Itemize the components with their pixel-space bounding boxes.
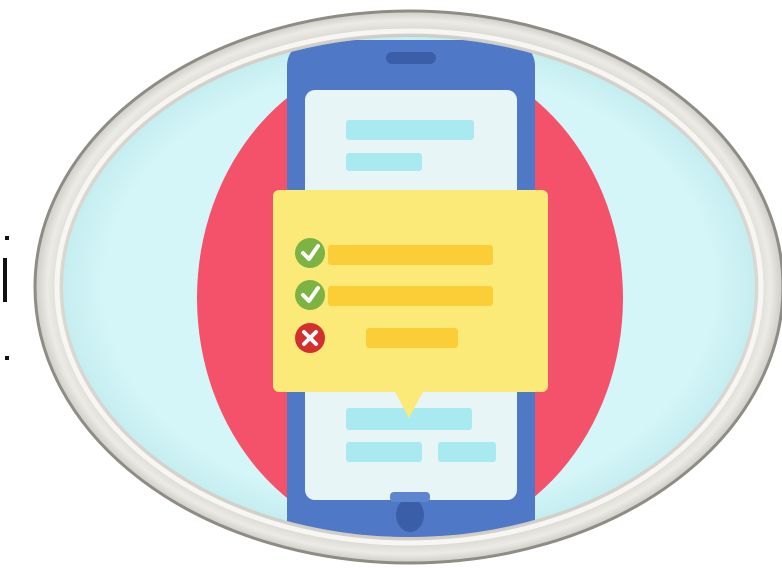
- phone-home-button: [396, 498, 424, 532]
- checklist-bar: [366, 328, 458, 348]
- check-icon: [295, 238, 325, 268]
- screen-bar: [346, 153, 422, 171]
- check-icon: [295, 280, 325, 310]
- phone-speaker: [386, 52, 436, 64]
- phone-bottom-strip: [390, 492, 430, 502]
- checklist-phone-illustration: [33, 9, 782, 565]
- checklist-card: [273, 190, 548, 418]
- screen-bar: [346, 120, 474, 140]
- screen-bar: [438, 442, 496, 462]
- screen-bar: [346, 442, 422, 462]
- checklist-bar: [328, 286, 493, 306]
- checklist-bar: [328, 245, 493, 265]
